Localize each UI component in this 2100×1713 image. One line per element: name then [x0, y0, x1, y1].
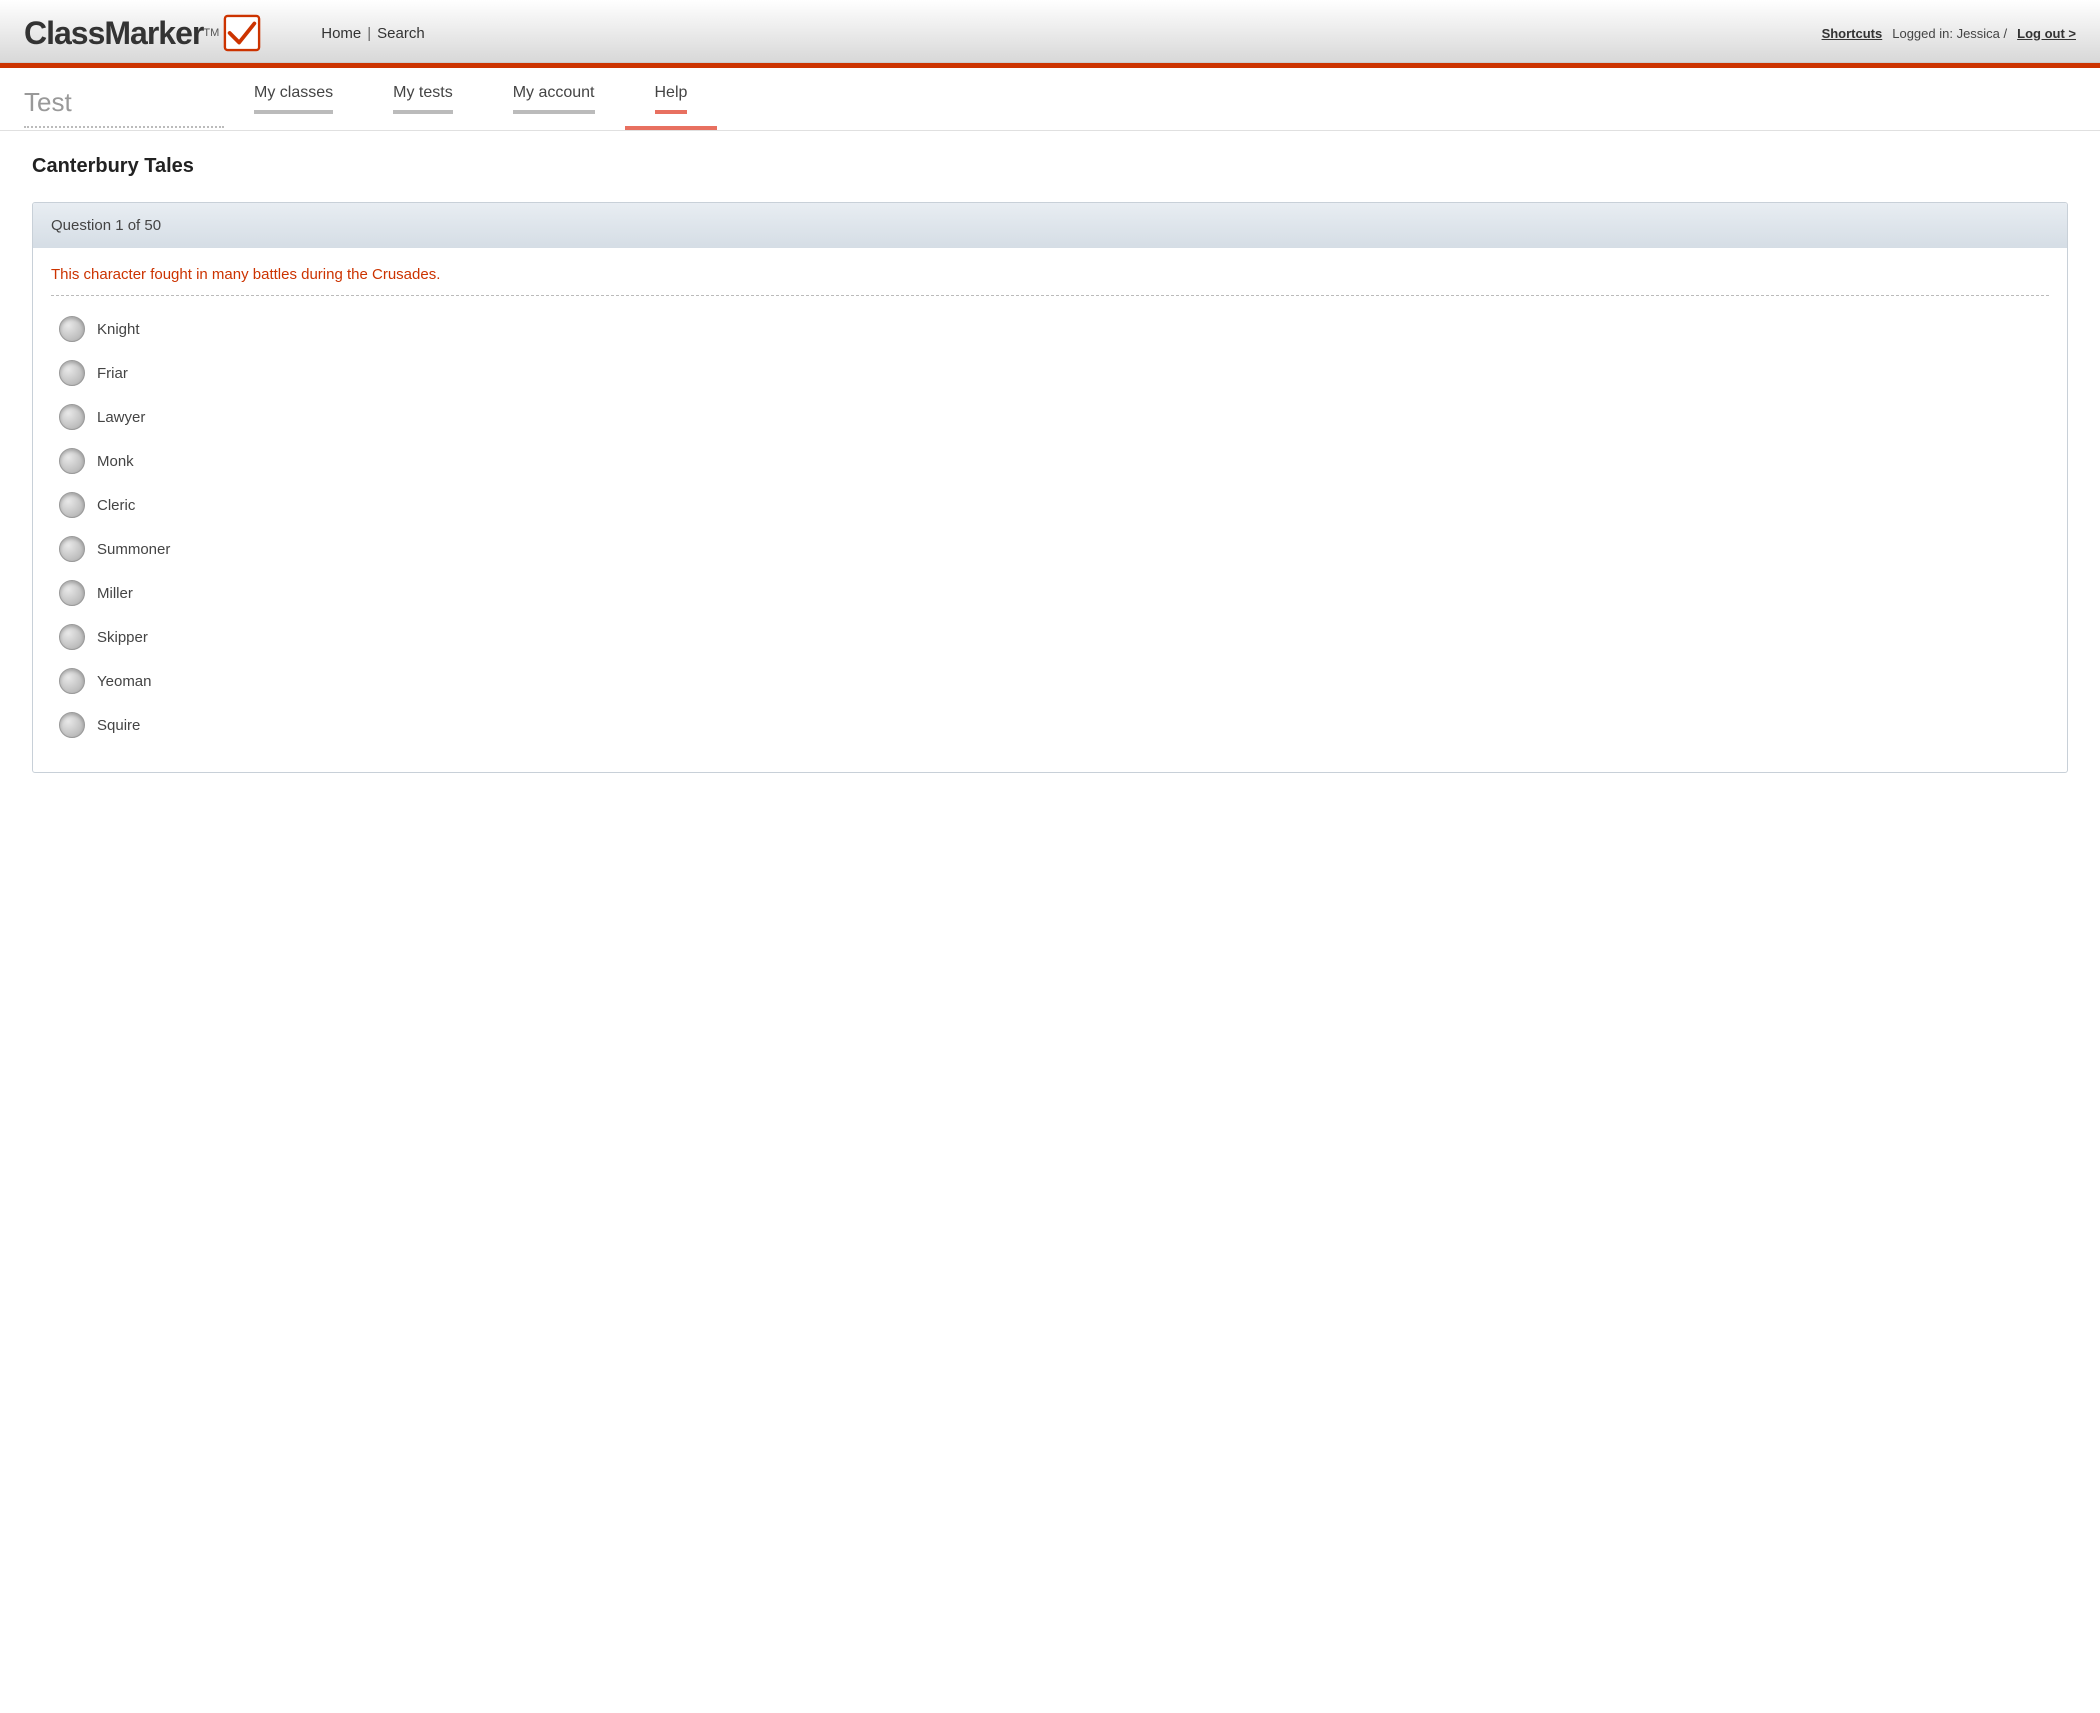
shortcuts-link[interactable]: Shortcuts: [1822, 26, 1883, 41]
question-divider: [51, 295, 2049, 296]
radio-skipper[interactable]: [59, 624, 85, 650]
answer-item-knight[interactable]: Knight: [59, 316, 2049, 342]
question-body: This character fought in many battles du…: [33, 248, 2067, 772]
answer-item-summoner[interactable]: Summoner: [59, 536, 2049, 562]
answer-list: Knight Friar Lawyer Monk Cleric Summoner Mille…: [51, 316, 2049, 772]
tab-underline-help: [655, 110, 688, 114]
radio-summoner[interactable]: [59, 536, 85, 562]
logo-tm: TM: [203, 27, 219, 39]
test-title: Canterbury Tales: [32, 155, 2068, 178]
radio-miller[interactable]: [59, 580, 85, 606]
logout-link[interactable]: Log out >: [2017, 26, 2076, 41]
nav-tabs: My classes My tests My account Help: [224, 68, 2076, 130]
answer-item-friar[interactable]: Friar: [59, 360, 2049, 386]
logo: ClassMarker TM: [24, 14, 261, 52]
header-nav: Home | Search: [321, 25, 424, 42]
radio-friar[interactable]: [59, 360, 85, 386]
main-content: Canterbury Tales Question 1 of 50 This c…: [0, 131, 2100, 797]
answer-label-lawyer: Lawyer: [97, 409, 145, 426]
logged-in-text: Logged in: Jessica /: [1892, 26, 2007, 41]
radio-knight[interactable]: [59, 316, 85, 342]
answer-item-skipper[interactable]: Skipper: [59, 624, 2049, 650]
logo-text: ClassMarker: [24, 15, 203, 52]
tab-underline-my-classes: [254, 110, 333, 114]
answer-item-lawyer[interactable]: Lawyer: [59, 404, 2049, 430]
page-title: Test: [24, 71, 224, 128]
tab-my-classes[interactable]: My classes: [224, 68, 363, 130]
answer-label-summoner: Summoner: [97, 541, 170, 558]
secondary-nav: Test My classes My tests My account Help: [0, 68, 2100, 131]
radio-squire[interactable]: [59, 712, 85, 738]
radio-yeoman[interactable]: [59, 668, 85, 694]
answer-item-yeoman[interactable]: Yeoman: [59, 668, 2049, 694]
tab-my-account[interactable]: My account: [483, 68, 625, 130]
answer-label-yeoman: Yeoman: [97, 673, 152, 690]
answer-label-friar: Friar: [97, 365, 128, 382]
header-left: ClassMarker TM Home | Search: [24, 14, 425, 52]
answer-label-squire: Squire: [97, 717, 140, 734]
tab-underline-my-account: [513, 110, 595, 114]
page-header: ClassMarker TM Home | Search Shortcuts L…: [0, 0, 2100, 63]
answer-label-monk: Monk: [97, 453, 134, 470]
radio-monk[interactable]: [59, 448, 85, 474]
radio-lawyer[interactable]: [59, 404, 85, 430]
question-text: This character fought in many battles du…: [51, 266, 2049, 283]
question-header: Question 1 of 50: [33, 203, 2067, 248]
answer-label-miller: Miller: [97, 585, 133, 602]
tab-help[interactable]: Help: [625, 68, 718, 130]
answer-item-miller[interactable]: Miller: [59, 580, 2049, 606]
home-link[interactable]: Home: [321, 25, 361, 42]
tab-underline-my-tests: [393, 110, 453, 114]
question-box: Question 1 of 50 This character fought i…: [32, 202, 2068, 773]
answer-label-cleric: Cleric: [97, 497, 135, 514]
header-right: Shortcuts Logged in: Jessica / Log out >: [1822, 26, 2076, 41]
search-link[interactable]: Search: [377, 25, 425, 42]
radio-cleric[interactable]: [59, 492, 85, 518]
answer-item-cleric[interactable]: Cleric: [59, 492, 2049, 518]
answer-item-squire[interactable]: Squire: [59, 712, 2049, 738]
answer-label-knight: Knight: [97, 321, 140, 338]
answer-label-skipper: Skipper: [97, 629, 148, 646]
logo-checkmark-icon: [223, 14, 261, 52]
tab-my-tests[interactable]: My tests: [363, 68, 483, 130]
answer-item-monk[interactable]: Monk: [59, 448, 2049, 474]
nav-separator: |: [367, 25, 371, 42]
